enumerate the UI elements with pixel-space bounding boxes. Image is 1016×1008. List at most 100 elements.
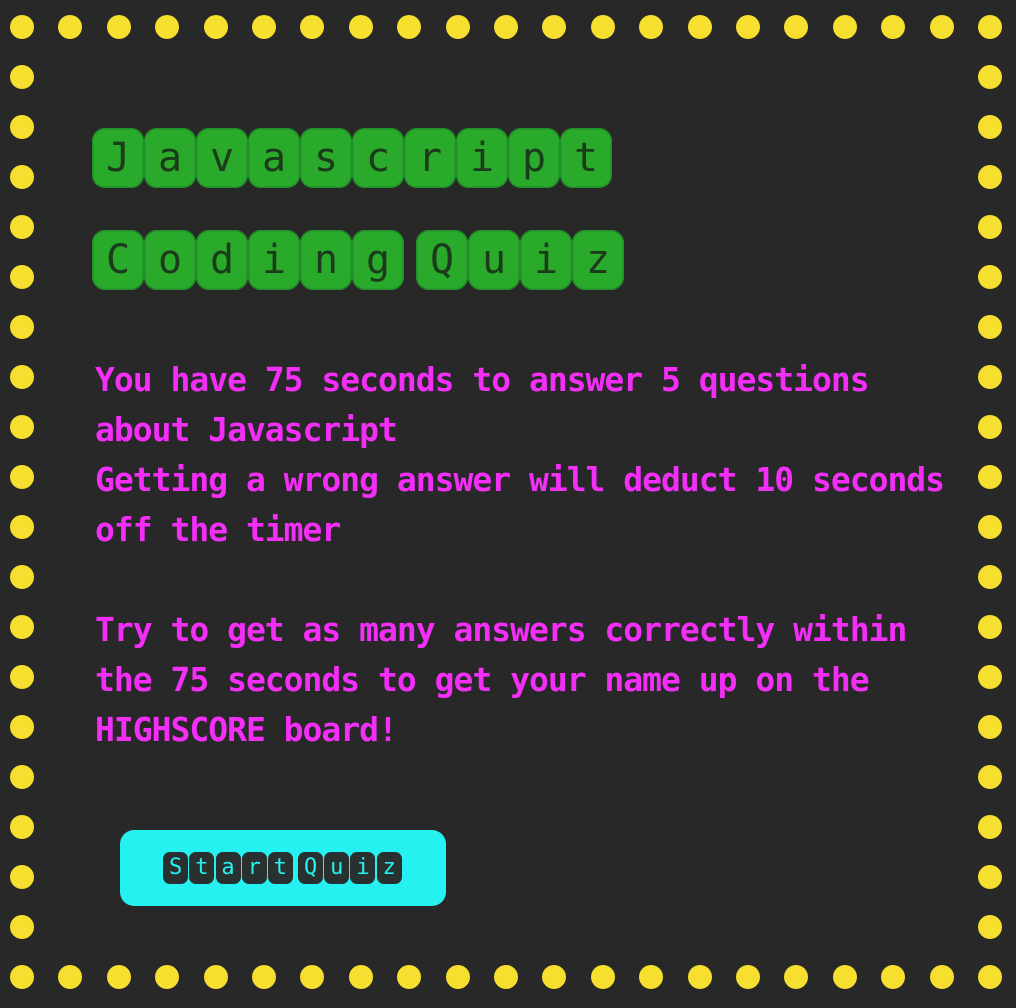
border-dot: [542, 15, 567, 39]
border-dot: [10, 315, 34, 339]
title-letter-tile: o: [144, 230, 196, 290]
title-letter-tile: C: [92, 230, 144, 290]
button-letter-tile: a: [215, 852, 241, 884]
border-dot: [10, 715, 34, 739]
border-dot: [252, 965, 276, 989]
border-dot: [590, 965, 615, 989]
border-dot: [203, 15, 228, 39]
title-letter-tile: Q: [416, 230, 468, 290]
border-dot: [348, 965, 373, 989]
title-letter-tile: a: [248, 128, 300, 188]
border-dot: [929, 15, 954, 39]
border-dot: [494, 965, 518, 989]
border-dot: [881, 15, 906, 39]
border-dot: [10, 365, 34, 389]
border-dot: [10, 915, 34, 939]
title-letter-tile: i: [456, 128, 508, 188]
title-letter-tile: c: [352, 128, 404, 188]
border-dot: [736, 965, 760, 989]
button-letter-tile: i: [350, 852, 376, 884]
intro-spacer: [95, 555, 955, 605]
border-dot: [736, 15, 760, 39]
border-dot: [10, 265, 34, 289]
title-letter-tile: u: [468, 230, 520, 290]
border-dot: [784, 965, 809, 989]
border-dot: [10, 515, 34, 539]
border-dot: [978, 315, 1002, 339]
border-dot: [639, 15, 664, 39]
title-letter-tile: p: [508, 128, 560, 188]
title-letter-tile: g: [352, 230, 404, 290]
border-dot: [348, 15, 373, 39]
title-letter-tile: r: [404, 128, 456, 188]
border-dot: [832, 965, 857, 989]
border-dot: [10, 415, 34, 439]
border-dot: [300, 15, 325, 39]
border-dot: [978, 765, 1002, 789]
border-dot: [978, 165, 1002, 189]
title-letter-tile: s: [300, 128, 352, 188]
border-dot: [978, 115, 1002, 139]
title-letter-tile: d: [196, 230, 248, 290]
border-dot: [978, 265, 1002, 289]
border-dot: [978, 915, 1002, 939]
border-dot: [10, 665, 34, 689]
intro-line-1: You have 75 seconds to answer 5 question…: [95, 360, 888, 449]
border-dot: [978, 565, 1002, 589]
button-letter-tile: t: [189, 852, 215, 884]
title-letter-tile: i: [520, 230, 572, 290]
border-dot: [58, 15, 83, 39]
border-dot: [10, 165, 34, 189]
border-dot: [881, 965, 906, 989]
border-dot: [106, 15, 131, 39]
button-letter-tile: Q: [298, 852, 324, 884]
border-dot: [397, 15, 422, 39]
border-dot: [203, 965, 228, 989]
title-line-1: Javascript: [92, 128, 612, 188]
title-letter-tile: z: [572, 230, 624, 290]
border-dot: [397, 965, 422, 989]
border-dot: [832, 15, 857, 39]
title-letter-tile: J: [92, 128, 144, 188]
border-dot: [978, 215, 1002, 239]
border-dot: [978, 665, 1002, 689]
border-dot: [10, 865, 34, 889]
title-letter-tile: i: [248, 230, 300, 290]
border-dot: [978, 415, 1002, 439]
border-dot: [10, 765, 34, 789]
border-dot: [494, 15, 518, 39]
start-quiz-button[interactable]: StartQuiz: [120, 830, 446, 906]
intro-line-2: Getting a wrong answer will deduct 10 se…: [95, 460, 963, 549]
button-letter-tile: t: [267, 852, 293, 884]
title-letter-tile: t: [560, 128, 612, 188]
border-dot: [106, 965, 131, 989]
border-dot: [300, 965, 325, 989]
border-dot: [978, 15, 1002, 39]
border-dot: [10, 465, 34, 489]
border-dot: [445, 965, 470, 989]
border-dot: [687, 15, 712, 39]
button-letter-tile: S: [163, 852, 189, 884]
border-dot: [978, 715, 1002, 739]
border-dot: [978, 615, 1002, 639]
border-dot: [978, 365, 1002, 389]
intro-paragraph-2: Try to get as many answers correctly wit…: [95, 610, 926, 749]
border-dot: [978, 815, 1002, 839]
border-dot: [542, 965, 567, 989]
start-quiz-label: StartQuiz: [163, 852, 403, 884]
border-dot: [10, 965, 34, 989]
border-dot: [10, 115, 34, 139]
border-dot: [10, 65, 34, 89]
border-dot: [978, 965, 1002, 989]
border-dot: [687, 965, 712, 989]
title-letter-tile: n: [300, 230, 352, 290]
border-dot: [10, 615, 34, 639]
border-dot: [10, 15, 34, 39]
border-dot: [10, 565, 34, 589]
border-dot: [252, 15, 276, 39]
title-letter-tile: v: [196, 128, 248, 188]
border-dot: [929, 965, 954, 989]
border-dot: [10, 815, 34, 839]
border-dot: [978, 515, 1002, 539]
border-dot: [58, 965, 83, 989]
